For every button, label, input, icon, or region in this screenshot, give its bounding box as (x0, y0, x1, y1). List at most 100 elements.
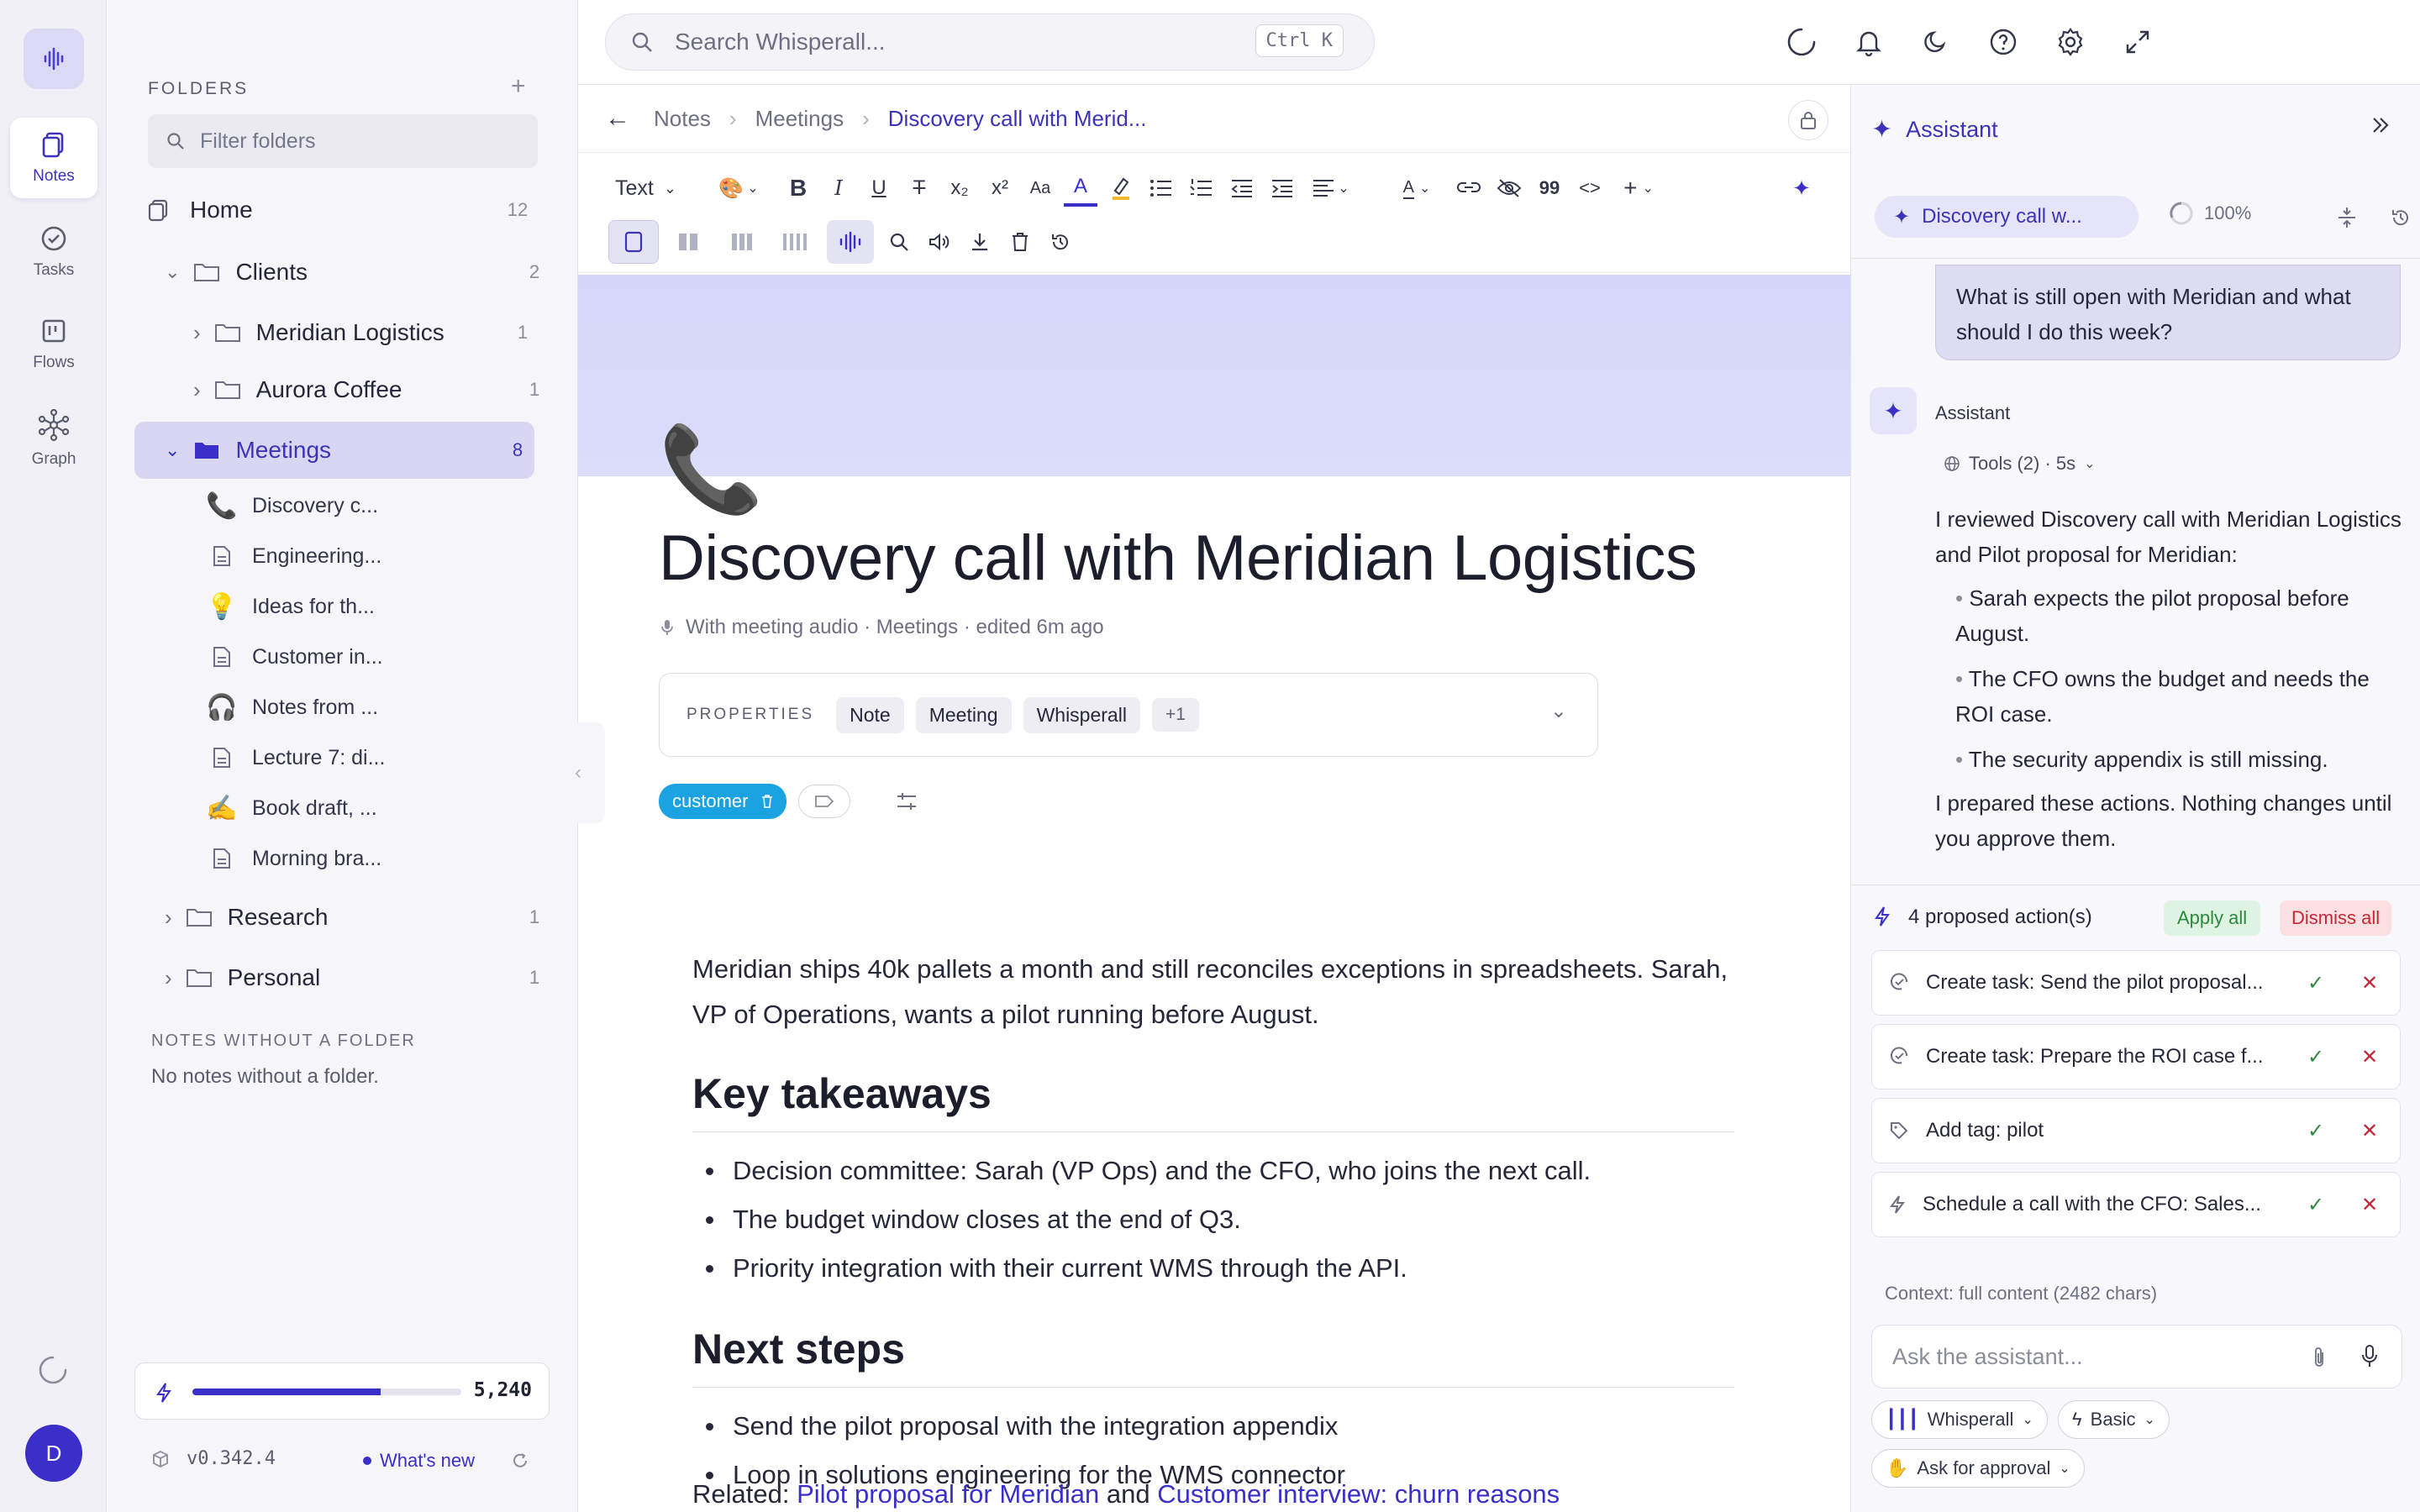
note-item[interactable]: 📞 Discovery c... (206, 480, 378, 531)
reject-x-icon[interactable]: ✕ (2361, 1045, 2378, 1069)
quote-icon[interactable]: 99 (1533, 170, 1566, 207)
lock-button[interactable] (1788, 100, 1828, 140)
layout-single-icon[interactable] (608, 220, 659, 264)
list-item[interactable]: Priority integration with their current … (692, 1244, 1743, 1293)
bold-icon[interactable]: B (781, 170, 815, 207)
folder-meridian[interactable]: › Meridian Logistics 1 (134, 304, 534, 361)
expand-icon[interactable] (2121, 25, 2154, 59)
folder-clients[interactable]: ⌄ Clients 2 (134, 244, 539, 301)
proposed-action[interactable]: Schedule a call with the CFO: Sales... ✓… (1871, 1172, 2401, 1237)
collapse-sidebar-handle[interactable]: ‹ (551, 722, 605, 823)
layout-four-column-icon[interactable] (773, 223, 815, 260)
cover-banner[interactable] (578, 275, 1850, 476)
reject-x-icon[interactable]: ✕ (2361, 1193, 2378, 1217)
underline-icon[interactable]: U (862, 170, 896, 207)
app-logo[interactable] (24, 29, 84, 89)
property-chip-more[interactable]: +1 (1151, 698, 1199, 732)
collapse-panel-icon[interactable] (2369, 113, 2392, 137)
subscript-icon[interactable]: x₂ (943, 170, 976, 207)
indent-icon[interactable] (1265, 170, 1299, 207)
paperclip-icon[interactable] (2311, 1346, 2328, 1369)
history-icon[interactable] (1044, 223, 1077, 260)
layout-three-column-icon[interactable] (721, 223, 763, 260)
tag-customer[interactable]: customer (659, 784, 787, 819)
folder-aurora[interactable]: › Aurora Coffee 1 (134, 361, 539, 418)
property-chip[interactable]: Whisperall (1023, 696, 1140, 733)
related-link[interactable]: Customer interview: churn reasons (1157, 1479, 1560, 1509)
folder-home[interactable]: Home 12 (134, 181, 534, 239)
model-select[interactable]: ┃┃┃ Whisperall ⌄ (1871, 1400, 2048, 1439)
folder-personal[interactable]: › Personal 1 (134, 949, 539, 1006)
text-color-icon[interactable]: A (1064, 170, 1097, 207)
tag-delete-icon[interactable] (761, 794, 773, 809)
note-item[interactable]: Customer in... (208, 632, 383, 682)
sync-spinner-icon[interactable] (1785, 25, 1818, 59)
note-item[interactable]: Lecture 7: di... (208, 732, 385, 783)
related-link[interactable]: Pilot proposal for Meridian (797, 1479, 1099, 1509)
rail-flows[interactable]: Flows (10, 304, 97, 385)
property-chip[interactable]: Note (836, 696, 904, 733)
note-paragraph[interactable]: Meridian ships 40k pallets a month and s… (692, 947, 1743, 1037)
insert-plus-icon[interactable]: + ⌄ (1613, 170, 1664, 207)
mode-select[interactable]: ϟ Basic ⌄ (2058, 1400, 2170, 1439)
property-chip[interactable]: Meeting (915, 696, 1012, 733)
palette-icon[interactable]: 🎨 ⌄ (714, 170, 763, 207)
audio-waveform-icon[interactable] (827, 220, 874, 264)
chevron-down-icon[interactable]: ⌄ (1550, 699, 1567, 723)
reject-x-icon[interactable]: ✕ (2361, 971, 2378, 995)
note-item[interactable]: Engineering... (208, 531, 381, 581)
note-title[interactable]: Discovery call with Meridian Logistics (659, 522, 1697, 595)
case-icon[interactable]: Aa (1023, 170, 1057, 207)
breadcrumb-meetings[interactable]: Meetings (755, 106, 844, 132)
superscript-icon[interactable]: x² (983, 170, 1017, 207)
filter-folders-input[interactable]: Filter folders (148, 114, 538, 168)
proposed-action[interactable]: Create task: Send the pilot proposal... … (1871, 950, 2401, 1016)
text-style-select[interactable]: Text ⌄ (615, 170, 676, 207)
properties-panel[interactable]: PROPERTIES Note Meeting Whisperall +1 ⌄ (659, 673, 1598, 757)
note-item[interactable]: 💡 Ideas for th... (206, 581, 375, 632)
bullet-list-icon[interactable] (1144, 170, 1178, 207)
tools-toggle[interactable]: Tools (2) · 5s ⌄ (1944, 453, 2096, 475)
add-folder-button[interactable]: + (511, 72, 526, 101)
history-icon[interactable] (2384, 201, 2417, 234)
back-arrow-icon[interactable]: ← (605, 104, 630, 133)
search-icon[interactable] (882, 223, 916, 260)
microphone-icon[interactable] (2361, 1344, 2378, 1369)
list-item[interactable]: The budget window closes at the end of Q… (692, 1195, 1743, 1244)
proposed-action[interactable]: Add tag: pilot ✓ ✕ (1871, 1098, 2401, 1163)
font-size-icon[interactable]: A ⌄ (1392, 170, 1442, 207)
sliders-icon[interactable] (896, 791, 918, 811)
approve-check-icon[interactable]: ✓ (2307, 1193, 2324, 1217)
bell-icon[interactable] (1852, 25, 1886, 59)
rail-graph[interactable]: Graph (10, 398, 97, 479)
ai-sparkle-icon[interactable]: ✦ (1785, 170, 1818, 207)
credits-meter[interactable]: 5,240 (134, 1362, 550, 1420)
strikethrough-icon[interactable]: T (902, 170, 936, 207)
ask-assistant-input[interactable]: Ask the assistant... (1871, 1325, 2402, 1389)
add-tag-button[interactable] (798, 785, 851, 818)
apply-all-button[interactable]: Apply all (2164, 900, 2261, 936)
layout-two-column-icon[interactable] (667, 223, 709, 260)
align-icon[interactable]: ⌄ (1306, 170, 1356, 207)
italic-icon[interactable]: I (822, 170, 855, 207)
approve-check-icon[interactable]: ✓ (2307, 1119, 2324, 1143)
vertical-compress-icon[interactable] (2330, 201, 2364, 234)
heading-key-takeaways[interactable]: Key takeaways (692, 1069, 992, 1118)
heading-next-steps[interactable]: Next steps (692, 1325, 905, 1373)
speaker-icon[interactable] (923, 223, 956, 260)
trash-icon[interactable] (1003, 223, 1037, 260)
approval-select[interactable]: ✋ Ask for approval ⌄ (1871, 1449, 2085, 1488)
note-emoji-phone-icon[interactable]: 📞 (659, 428, 764, 512)
dismiss-all-button[interactable]: Dismiss all (2280, 900, 2392, 936)
rail-notes[interactable]: Notes (10, 118, 97, 198)
folder-research[interactable]: › Research 1 (134, 889, 539, 946)
numbered-list-icon[interactable] (1185, 170, 1218, 207)
refresh-icon[interactable] (511, 1452, 529, 1470)
download-icon[interactable] (963, 223, 997, 260)
user-avatar[interactable]: D (25, 1425, 82, 1482)
note-item[interactable]: Morning bra... (208, 833, 381, 884)
breadcrumb-notes[interactable]: Notes (654, 106, 711, 132)
approve-check-icon[interactable]: ✓ (2307, 1045, 2324, 1069)
reject-x-icon[interactable]: ✕ (2361, 1119, 2378, 1143)
highlighter-icon[interactable] (1104, 170, 1138, 207)
